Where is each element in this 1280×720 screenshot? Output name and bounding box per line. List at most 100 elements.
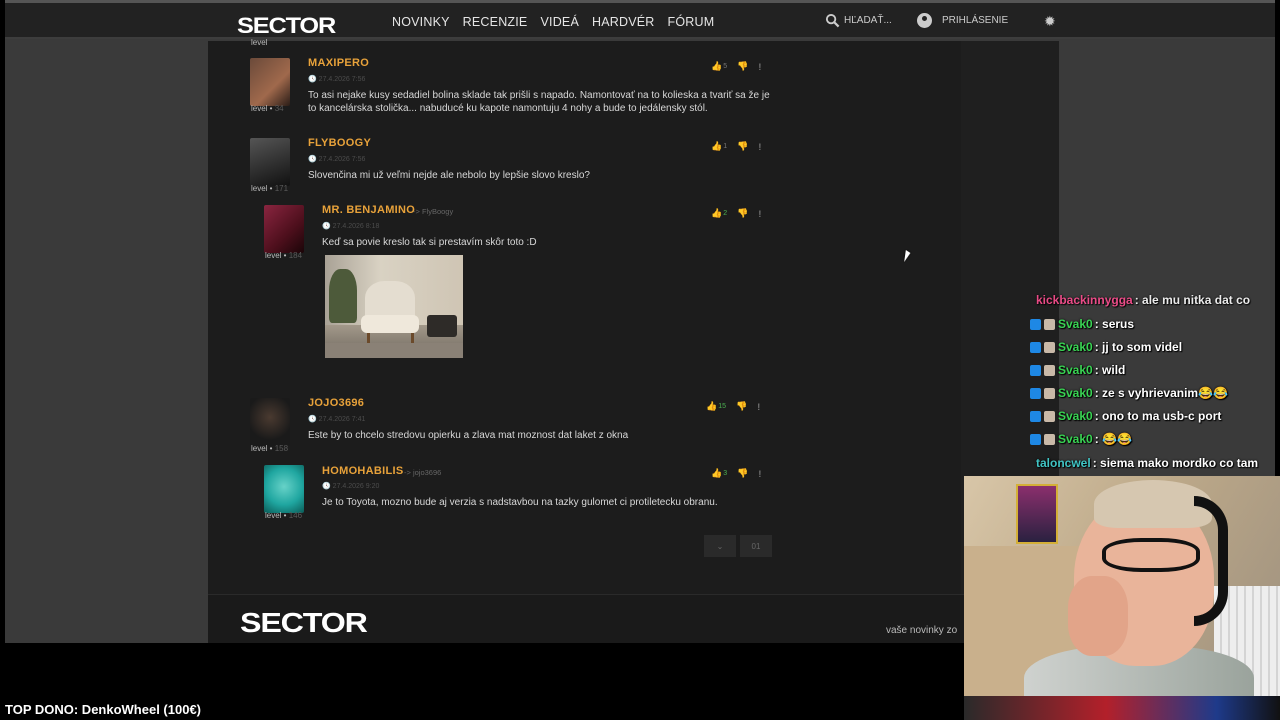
report-icon[interactable]: ! [758, 142, 761, 152]
thumbs-down-icon[interactable]: 👎 [737, 141, 748, 152]
thumbs-up-icon: 👍 [711, 208, 723, 218]
chat-text: : serus [1094, 317, 1135, 331]
thumbs-up-icon: 👍 [711, 141, 723, 151]
level-label: level [251, 38, 268, 47]
chat-message: Svak0 : 😂😂 [1030, 432, 1132, 446]
badge-icon [1044, 410, 1055, 422]
comment-date: 🕓 27.4.2026 7:56 [308, 76, 366, 83]
search-label: HĽADAŤ... [844, 15, 892, 26]
search-icon [825, 13, 840, 28]
top-donation-banner: TOP DONO: DenkoWheel (100€) [5, 702, 202, 717]
nav-novinky[interactable]: NOVINKY [392, 15, 450, 29]
user-level: level • 184 [265, 251, 303, 260]
comment-username[interactable]: HOMOHABILIS [322, 465, 404, 477]
badge-icon [1044, 341, 1055, 353]
badge-icon [1044, 364, 1055, 376]
user-level: level • 146 [265, 511, 303, 520]
like-count: 1 [723, 143, 728, 150]
comment-votes: 👍 5 👎 ! [711, 61, 761, 72]
chat-text: : ono to ma usb-c port [1094, 409, 1222, 423]
comment-username[interactable]: JOJO3696 [308, 397, 364, 409]
like-button[interactable]: 👍 5 [711, 61, 727, 72]
comment-date: 🕓 27.4.2026 7:56 [308, 156, 366, 163]
like-count: 3 [723, 470, 728, 477]
comment-votes: 👍 1 👎 ! [711, 141, 761, 152]
login-button[interactable]: PRIHLÁSENIE [917, 13, 1008, 28]
chat-message: Svak0 : serus [1030, 317, 1134, 331]
nav-recenzie[interactable]: RECENZIE [463, 15, 528, 29]
comment-text: Je to Toyota, mozno bude aj verzia s nad… [322, 497, 718, 508]
webcam-feed [964, 476, 1280, 720]
site-logo[interactable]: SECTOR [237, 13, 336, 39]
avatar[interactable] [264, 465, 304, 513]
comment-text: Este by to chcelo stredovu opierku a zla… [308, 430, 629, 441]
report-icon[interactable]: ! [757, 402, 760, 412]
comment-votes: 👍 3 👎 ! [711, 468, 761, 479]
comments-section: level level • 34 MAXIPERO 🕓 27.4.2026 7:… [208, 38, 961, 594]
chat-username: kickbackinnygga [1036, 293, 1133, 307]
comment-votes: 👍 2 👎 ! [711, 208, 761, 219]
comment-username[interactable]: FLYBOOGY [308, 137, 371, 149]
avatar[interactable] [264, 205, 304, 253]
like-button[interactable]: 👍 1 [711, 141, 727, 152]
chat-message: Svak0 : wild [1030, 363, 1125, 377]
comment-username[interactable]: MR. BENJAMINO [322, 204, 415, 216]
chat-message: Svak0 : ze s vyhrievanim😂😂 [1030, 386, 1228, 400]
badge-icon [1030, 387, 1041, 399]
report-icon[interactable]: ! [758, 209, 761, 219]
nav-videa[interactable]: VIDEÁ [540, 15, 579, 29]
chat-message: kickbackinnygga : ale mu nitka dat co [1030, 293, 1250, 307]
like-count: 15 [718, 403, 727, 410]
badge-icon [1044, 318, 1055, 330]
like-button[interactable]: 👍 3 [711, 468, 727, 479]
reply-to-link[interactable]: -> FlyBoogy [413, 207, 453, 216]
thumbs-down-icon[interactable]: 👎 [737, 208, 748, 219]
chat-username: Svak0 [1058, 409, 1093, 423]
comment-username[interactable]: MAXIPERO [308, 57, 369, 69]
report-icon[interactable]: ! [758, 62, 761, 72]
thumbs-up-icon: 👍 [706, 401, 718, 411]
comment-text: To asi nejake kusy sedadiel bolina sklad… [308, 90, 770, 114]
thumbs-up-icon: 👍 [711, 61, 723, 71]
thumbs-down-icon[interactable]: 👎 [737, 468, 748, 479]
expand-comments-button[interactable]: ⌄ [704, 535, 736, 557]
footer-logo[interactable]: SECTOR [240, 607, 368, 639]
user-level: level • 171 [251, 184, 289, 193]
chat-username: taloncwel [1036, 456, 1091, 470]
avatar[interactable] [250, 138, 290, 186]
user-icon [917, 13, 932, 28]
reply-to-link[interactable]: -> jojo3696 [404, 468, 441, 477]
avatar[interactable] [250, 58, 290, 106]
thumbs-down-icon[interactable]: 👎 [736, 401, 747, 412]
report-icon[interactable]: ! [758, 469, 761, 479]
chat-text: : 😂😂 [1094, 432, 1132, 446]
like-count: 2 [723, 210, 728, 217]
chat-text: : ze s vyhrievanim😂😂 [1094, 386, 1228, 400]
search-button[interactable]: HĽADAŤ... [825, 13, 892, 28]
comment-image-armchair[interactable] [325, 255, 463, 358]
footer-text: vaše novinky zo [886, 625, 958, 636]
site-header: SECTOR NOVINKY RECENZIE VIDEÁ HARDVÉR FÓ… [5, 3, 1275, 39]
comment-text: Keď sa povie kreslo tak si prestavím skô… [322, 237, 537, 248]
chat-message: taloncwel : siema mako mordko co tam [1030, 456, 1258, 470]
comment-votes: 👍 15 👎 ! [706, 401, 760, 412]
badge-icon [1044, 387, 1055, 399]
comment-date: 🕓 27.4.2026 9:20 [322, 483, 380, 490]
chat-message: Svak0 : jj to som videl [1030, 340, 1182, 354]
badge-icon [1030, 364, 1041, 376]
login-label: PRIHLÁSENIE [942, 15, 1009, 26]
badge-icon [1044, 433, 1055, 445]
page-number-button[interactable]: 01 [740, 535, 772, 557]
main-nav: NOVINKY RECENZIE VIDEÁ HARDVÉR FÓRUM [392, 15, 714, 29]
thumbs-down-icon[interactable]: 👎 [737, 61, 748, 72]
theme-toggle-icon[interactable]: ✹ [1044, 13, 1056, 30]
nav-forum[interactable]: FÓRUM [668, 15, 715, 29]
stream-frame: SECTOR NOVINKY RECENZIE VIDEÁ HARDVÉR FÓ… [0, 0, 1280, 720]
chat-username: Svak0 [1058, 386, 1093, 400]
like-button[interactable]: 👍 15 [706, 401, 726, 412]
nav-hardver[interactable]: HARDVÉR [592, 15, 655, 29]
avatar[interactable] [250, 398, 290, 446]
chat-text: : ale mu nitka dat co [1134, 293, 1251, 307]
chat-text: : wild [1094, 363, 1126, 377]
like-button[interactable]: 👍 2 [711, 208, 727, 219]
